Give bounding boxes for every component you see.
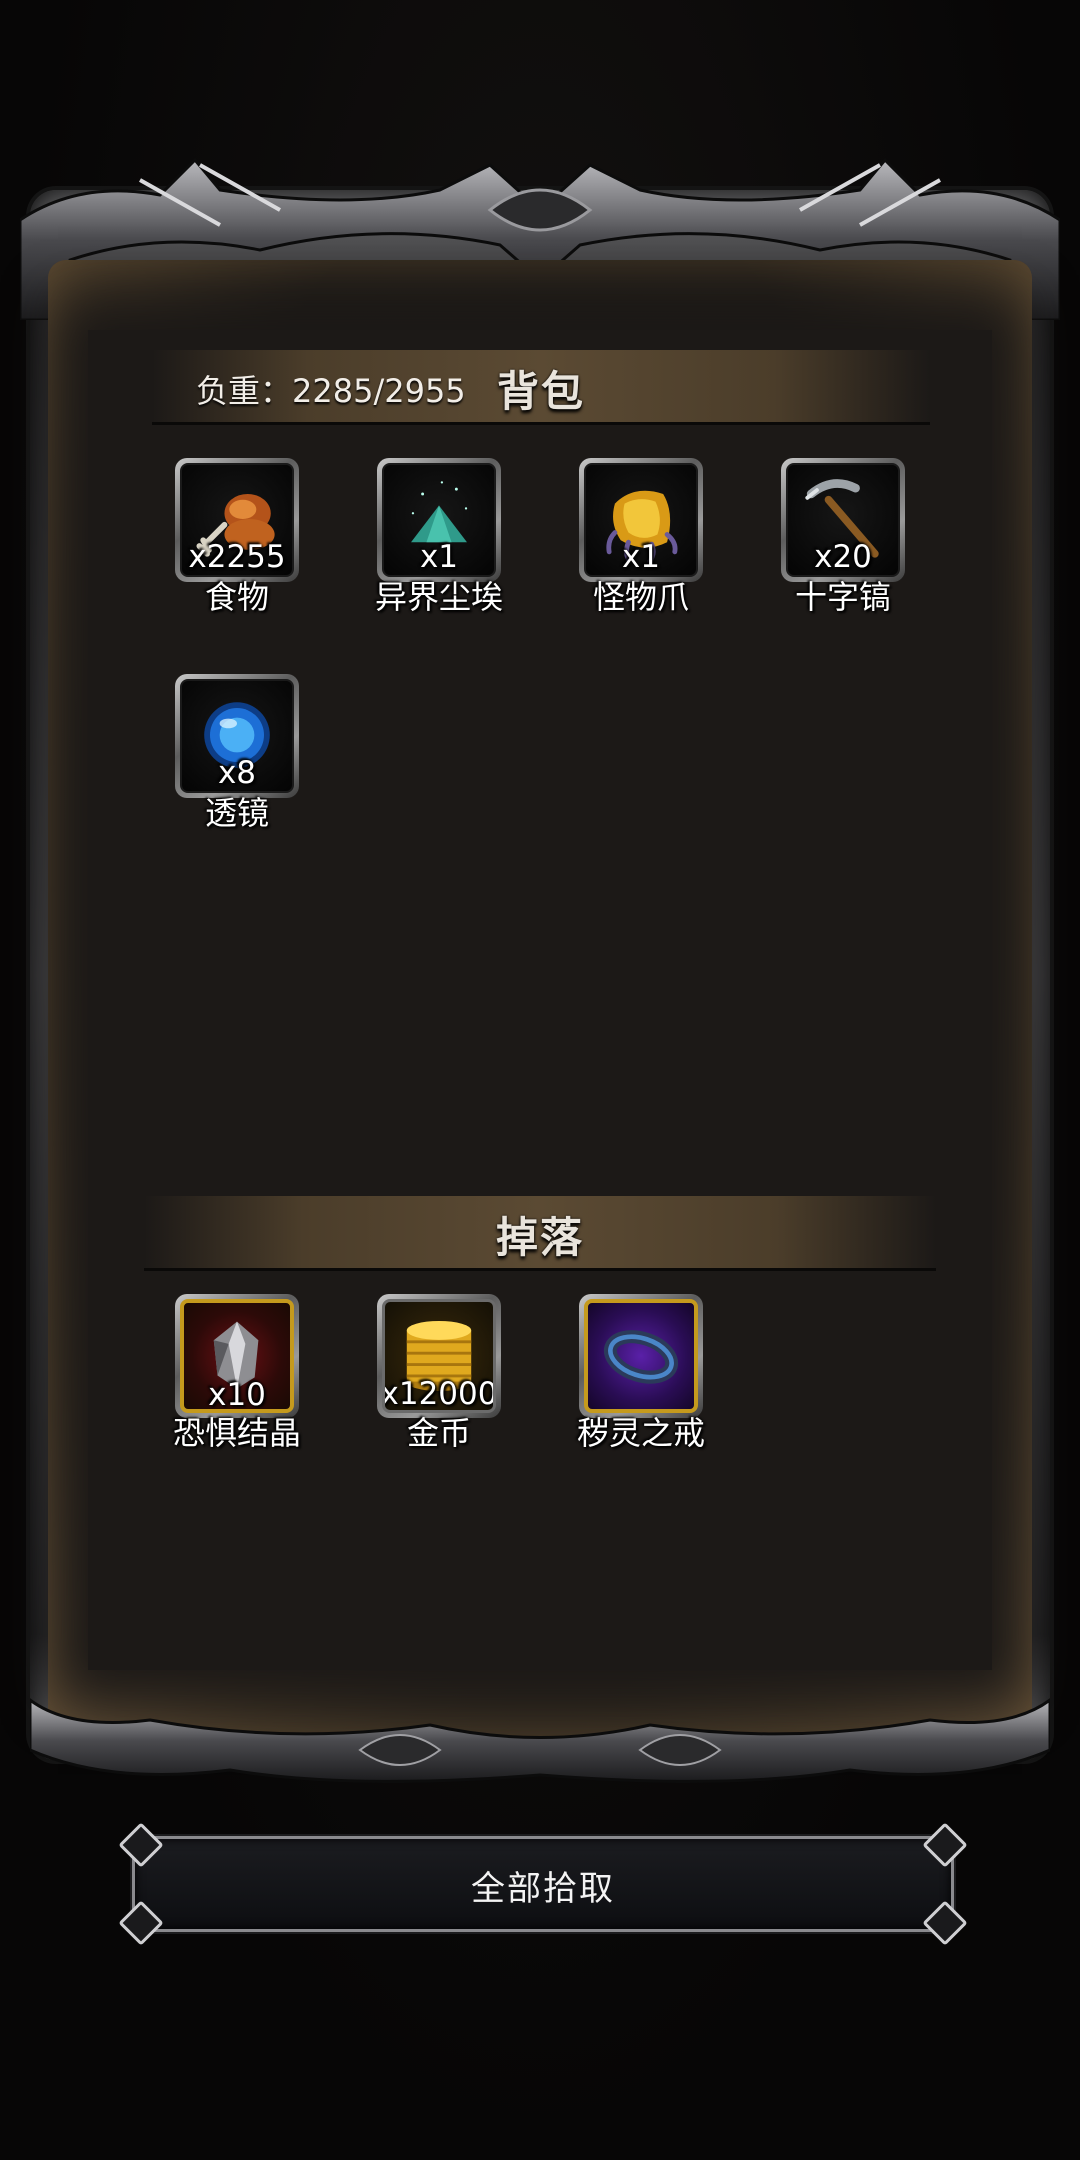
item-name: 恐惧结晶	[172, 1414, 301, 1452]
drumstick-icon	[196, 493, 275, 557]
inventory-slot-monster-claw[interactable]: x1	[579, 458, 703, 582]
drops-header: 掉落	[144, 1196, 936, 1271]
inventory-slot-pickaxe[interactable]: x20	[781, 458, 905, 582]
drop-slot-fear-crystal[interactable]: x10	[175, 1294, 299, 1418]
dust-pile-icon	[411, 481, 468, 543]
drops-title: 掉落	[495, 1213, 584, 1262]
inventory-slot-food[interactable]: x2255	[175, 458, 299, 582]
pickup-all-label: 全部拾取	[471, 1869, 615, 1909]
item-name: 异界尘埃	[374, 578, 503, 616]
item-name: 食物	[204, 578, 269, 616]
item-name: 怪物爪	[592, 578, 689, 616]
claw-icon	[606, 490, 678, 564]
pickup-all-button[interactable]: 全部拾取	[118, 1822, 968, 1946]
backpack-header: 负重：2285/2955 背包	[152, 350, 930, 425]
ring-icon	[603, 1330, 679, 1384]
fear-crystal-icon	[213, 1321, 259, 1389]
item-name: 十字镐	[794, 578, 891, 616]
lens-orb-icon	[204, 702, 270, 768]
gold-coins-icon	[406, 1320, 472, 1392]
item-name: 秽灵之戒	[576, 1414, 705, 1452]
item-name: 金币	[406, 1414, 471, 1452]
drop-slot-ring[interactable]	[579, 1294, 703, 1418]
drop-slot-gold-coins[interactable]: x12000	[377, 1294, 501, 1418]
item-name: 透镜	[204, 794, 269, 832]
ornate-frame-bottom-icon	[30, 1698, 1050, 1783]
backpack-title: 背包	[496, 367, 585, 416]
pickaxe-icon	[805, 479, 879, 558]
inventory-slot-otherworld-dust[interactable]: x1	[377, 458, 501, 582]
loot-screen: 负重：2285/2955 背包 x2255 食物 x1 异界尘埃 x1 怪物爪 …	[0, 0, 1080, 2160]
inventory-slot-lens[interactable]: x8	[175, 674, 299, 798]
